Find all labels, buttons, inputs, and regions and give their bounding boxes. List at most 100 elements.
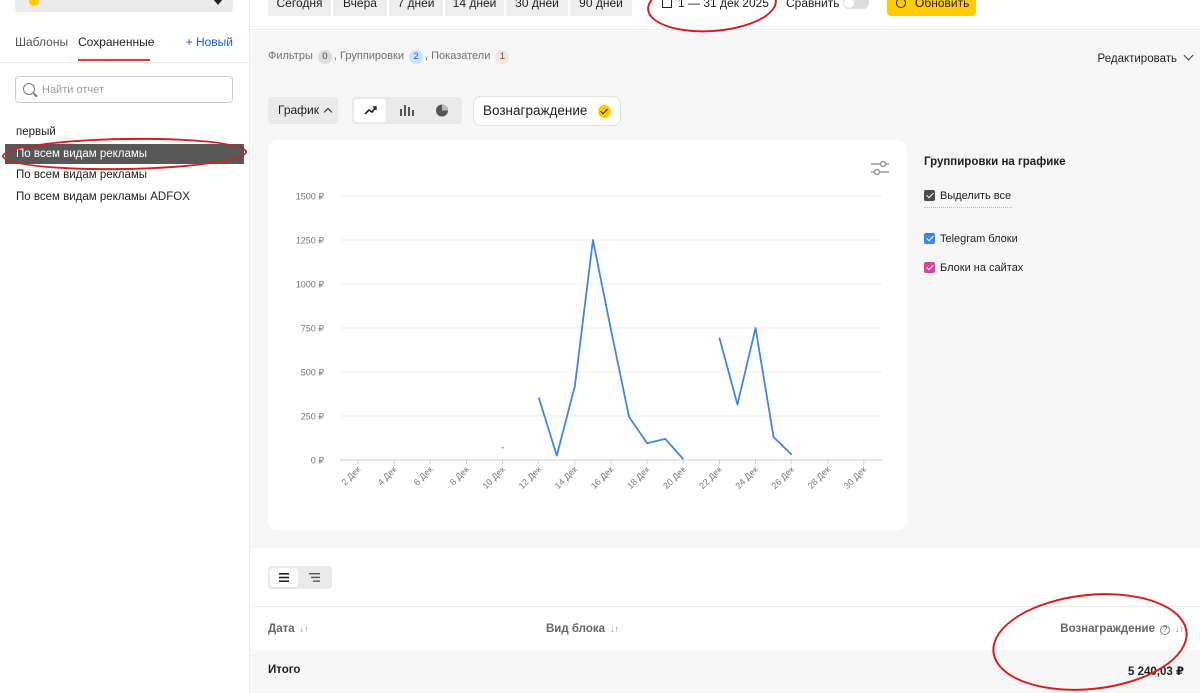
x-tick-label: 30 Дек <box>842 464 869 491</box>
refresh-icon <box>896 0 906 8</box>
y-tick-label: 1000 ₽ <box>296 280 325 290</box>
period-yesterday-button[interactable]: Вчера <box>333 0 388 16</box>
groupings-label: , Группировки <box>333 50 404 62</box>
tab-saved[interactable]: Сохраненные <box>78 35 154 49</box>
metric-chip-label: Вознаграждение <box>483 103 588 118</box>
legend-select-all-label: Выделить все <box>940 190 1012 202</box>
x-tick-label: 18 Дек <box>625 464 652 491</box>
legend-select-all[interactable]: Выделить все <box>924 189 1011 203</box>
x-tick-label: 2 Дек <box>339 464 362 487</box>
x-tick-label: 8 Дек <box>448 464 471 487</box>
series-line <box>537 239 684 460</box>
chart-type-line-button[interactable] <box>354 99 386 122</box>
chart-type-bar-button[interactable] <box>390 99 422 122</box>
filters-count-badge: 0 <box>317 50 332 64</box>
y-tick-label: 1500 ₽ <box>296 192 325 202</box>
edit-label: Редактировать <box>1097 53 1177 65</box>
chart-type-pie-button[interactable] <box>426 99 458 122</box>
chart-card: 0 ₽ 250 ₽ 500 ₽ 750 ₽ 1000 ₽ 1250 ₽ 1500 ₽ 2 Де… <box>268 140 907 530</box>
period-90-days-button[interactable]: 90 дней <box>570 0 633 16</box>
metrics-label: , Показатели <box>425 50 491 62</box>
compare-label: Сравнить <box>786 0 840 10</box>
report-item[interactable]: По всем видам рекламы ADFOX <box>5 187 244 207</box>
legend-item-sites[interactable]: Блоки на сайтах <box>924 261 1023 275</box>
groupings-count-badge: 2 <box>409 50 424 64</box>
compare-toggle[interactable] <box>843 0 869 9</box>
search-input[interactable] <box>42 81 227 99</box>
tree-list-icon <box>309 573 320 582</box>
flat-view-button[interactable] <box>270 568 298 587</box>
tree-view-button[interactable] <box>301 568 329 587</box>
sidebar: Шаблоны Сохраненные + Новый первый По вс… <box>0 0 250 693</box>
chart-type-switcher <box>352 97 462 124</box>
y-tick-label: 1250 ₽ <box>296 236 325 246</box>
legend-item-telegram[interactable]: Telegram блоки <box>924 232 1018 246</box>
line-chart-icon <box>364 106 377 115</box>
chart-toggle-label: График <box>278 103 319 117</box>
search-box <box>15 76 233 103</box>
x-tick-label: 22 Дек <box>697 464 724 491</box>
series-line <box>718 327 793 456</box>
period-7-days-button[interactable]: 7 дней <box>389 0 444 16</box>
new-report-link[interactable]: + Новый <box>186 35 233 49</box>
settings-sliders-icon[interactable] <box>871 160 889 176</box>
period-30-days-button[interactable]: 30 дней <box>506 0 569 16</box>
x-tick-label: 12 Дек <box>517 464 544 491</box>
x-tick-label: 10 Дек <box>480 464 507 491</box>
data-point <box>501 446 504 449</box>
legend-item-label: Telegram блоки <box>940 233 1018 245</box>
chart-toggle-button[interactable]: График <box>268 97 338 124</box>
period-14-days-button[interactable]: 14 дней <box>445 0 505 16</box>
refresh-button[interactable]: Обновить <box>887 0 976 16</box>
org-select[interactable] <box>15 0 233 12</box>
chevron-down-icon <box>1183 50 1194 61</box>
chart-legend: Группировки на графике Выделить все Tele… <box>924 156 1174 274</box>
column-date-label: Дата <box>268 623 295 635</box>
metric-chip[interactable]: Вознаграждение <box>473 96 621 126</box>
y-tick-label: 750 ₽ <box>301 324 325 334</box>
x-tick-label: 14 Дек <box>553 464 580 491</box>
legend-separator <box>924 207 1012 208</box>
column-date[interactable]: Дата ↓↑ <box>268 623 309 635</box>
x-tick-label: 4 Дек <box>376 464 399 487</box>
filters-summary[interactable]: Фильтры 0, Группировки 2, Показатели 1 <box>268 50 511 64</box>
chevron-down-icon <box>213 0 223 5</box>
search-icon <box>23 83 35 95</box>
tab-active-underline <box>78 59 150 61</box>
y-tick-label: 500 ₽ <box>301 368 325 378</box>
x-tick-label: 6 Дек <box>412 464 435 487</box>
x-tick-label: 20 Дек <box>661 464 688 491</box>
report-main: Фильтры 0, Группировки 2, Показатели 1 Р… <box>250 31 1200 548</box>
table-view-switcher <box>268 566 332 589</box>
period-today-button[interactable]: Сегодня <box>268 0 332 16</box>
filters-label: Фильтры <box>268 50 313 62</box>
y-tick-label: 0 ₽ <box>311 456 325 466</box>
chevron-up-icon <box>323 107 333 117</box>
legend-item-label: Блоки на сайтах <box>940 262 1024 274</box>
report-tabs: Шаблоны Сохраненные + Новый <box>15 35 235 63</box>
list-icon <box>279 573 289 582</box>
x-tick-label: 16 Дек <box>589 464 616 491</box>
checkbox-icon <box>924 190 935 201</box>
total-label: Итого <box>268 664 301 676</box>
legend-title: Группировки на графике <box>924 156 1066 168</box>
y-tick-label: 250 ₽ <box>301 412 325 422</box>
check-circle-icon <box>598 105 611 118</box>
column-block-type-label: Вид блока <box>546 623 606 635</box>
edit-button[interactable]: Редактировать <box>1097 50 1194 65</box>
sort-icon: ↓↑ <box>299 624 309 634</box>
bar-chart-icon <box>400 105 414 116</box>
pie-chart-icon <box>436 104 448 117</box>
x-tick-label: 24 Дек <box>733 464 760 491</box>
checkbox-icon <box>924 262 935 273</box>
tab-templates[interactable]: Шаблоны <box>15 35 68 49</box>
x-tick-label: 26 Дек <box>770 464 797 491</box>
sort-icon: ↓↑ <box>610 624 620 634</box>
smile-icon <box>29 0 39 6</box>
divider <box>0 62 250 63</box>
metrics-count-badge: 1 <box>495 50 510 64</box>
checkbox-icon <box>924 233 935 244</box>
x-tick-label: 28 Дек <box>806 464 833 491</box>
line-chart: 0 ₽ 250 ₽ 500 ₽ 750 ₽ 1000 ₽ 1250 ₽ 1500 ₽ 2 Де… <box>296 192 882 491</box>
column-block-type[interactable]: Вид блока ↓↑ <box>546 623 619 635</box>
